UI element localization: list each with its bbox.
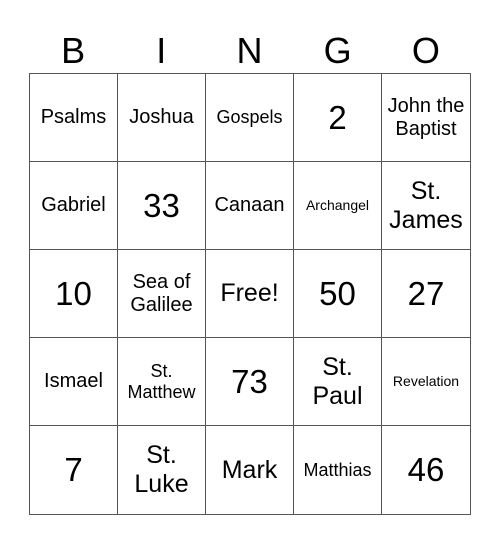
bingo-cell-text: 50 <box>319 274 356 312</box>
bingo-cell[interactable]: John the Baptist <box>382 74 470 162</box>
bingo-cell-text: 10 <box>55 274 92 312</box>
header-letter-n: N <box>236 30 263 71</box>
bingo-cell[interactable]: Joshua <box>118 74 206 162</box>
bingo-cell-text: Canaan <box>214 194 285 216</box>
bingo-cell[interactable]: 10 <box>30 250 118 338</box>
bingo-cell-text: Sea of Galilee <box>130 270 193 316</box>
bingo-cell-text: Matthias <box>303 459 372 480</box>
bingo-cell[interactable]: Mark <box>206 426 294 514</box>
bingo-cell-text: Archangel <box>305 197 370 214</box>
bingo-cell[interactable]: St. James <box>382 162 470 250</box>
bingo-cell-text: Revelation <box>392 373 460 390</box>
bingo-cell-text: 33 <box>143 186 180 224</box>
bingo-cell[interactable]: Free! <box>206 250 294 338</box>
bingo-cell[interactable]: St. Paul <box>294 338 382 426</box>
bingo-cell[interactable]: 27 <box>382 250 470 338</box>
bingo-cell-text: Gabriel <box>41 194 106 216</box>
bingo-cell-text: Gospels <box>216 107 283 128</box>
bingo-cell-text: St. Paul <box>312 352 363 410</box>
bingo-cell[interactable]: Canaan <box>206 162 294 250</box>
bingo-cell-text: Ismael <box>44 370 103 392</box>
bingo-cell[interactable]: Psalms <box>30 74 118 162</box>
bingo-cell[interactable]: 2 <box>294 74 382 162</box>
bingo-cell-text: 46 <box>407 451 445 489</box>
bingo-cell-text: 2 <box>328 98 347 136</box>
bingo-cell[interactable]: 33 <box>118 162 206 250</box>
header-letter-o: O <box>411 30 440 71</box>
bingo-cell-text: Free! <box>220 279 279 308</box>
bingo-cell[interactable]: St. Luke <box>118 426 206 514</box>
bingo-cell[interactable]: Ismael <box>30 338 118 426</box>
bingo-cell[interactable]: Archangel <box>294 162 382 250</box>
bingo-cell-text: St. Matthew <box>127 360 196 402</box>
bingo-cell[interactable]: Gospels <box>206 74 294 162</box>
bingo-cell[interactable]: 50 <box>294 250 382 338</box>
bingo-cell-text: 27 <box>407 274 445 312</box>
bingo-cell[interactable]: Matthias <box>294 426 382 514</box>
bingo-card-grid: Psalms Joshua Gospels 2 John the Baptist Gabr… <box>29 73 471 515</box>
header-letter-b: B <box>61 30 86 71</box>
bingo-cell[interactable]: St. Matthew <box>118 338 206 426</box>
bingo-cell-text: Joshua <box>129 106 194 128</box>
bingo-cell[interactable]: Sea of Galilee <box>118 250 206 338</box>
header-letter-g: G <box>323 30 352 71</box>
bingo-cell-text: Mark <box>221 455 278 484</box>
header-letter-i: I <box>156 30 167 71</box>
bingo-cell[interactable]: 46 <box>382 426 470 514</box>
bingo-cell[interactable]: 73 <box>206 338 294 426</box>
bingo-cell-text: 73 <box>231 362 268 400</box>
bingo-cell-text: St. Luke <box>134 441 189 498</box>
bingo-cell[interactable]: Revelation <box>382 338 470 426</box>
bingo-cell[interactable]: Gabriel <box>30 162 118 250</box>
bingo-cell[interactable]: 7 <box>30 426 118 514</box>
bingo-cell-text: John the Baptist <box>387 94 465 140</box>
bingo-cell-text: Psalms <box>40 106 107 128</box>
bingo-cell-text: 7 <box>64 451 83 489</box>
bingo-cell-text: St. James <box>389 176 463 234</box>
bingo-header: B I N G O <box>29 28 470 73</box>
